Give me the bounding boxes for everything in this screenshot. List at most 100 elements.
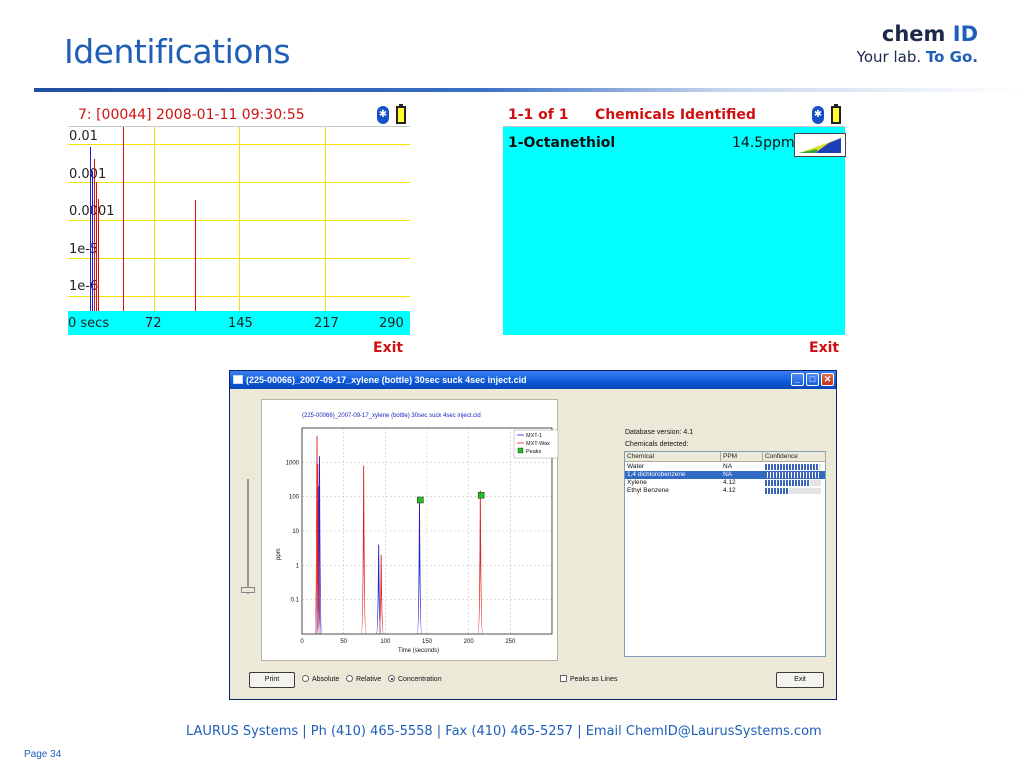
device-exit-button[interactable]: Exit <box>373 340 403 356</box>
ppm-cell: NA <box>723 463 733 470</box>
chromatogram-peak <box>416 499 423 635</box>
logo-main-text: chem <box>881 22 946 46</box>
x-tick-label: 200 <box>464 639 475 645</box>
chemical-cell: Xylene <box>627 479 647 486</box>
y-tick-label: 100 <box>289 495 300 501</box>
page-number: Page 34 <box>24 749 62 760</box>
chemical-ppm: 14.5ppm <box>732 135 795 151</box>
confidence-bar <box>765 464 820 470</box>
chemid-logo: chem ID Your lab. To Go. <box>857 22 978 66</box>
battery-icon <box>396 104 406 124</box>
battery-icon <box>831 104 841 124</box>
peaks-as-lines-checkbox[interactable]: Peaks as Lines <box>560 675 617 683</box>
radio-label: Concentration <box>398 676 442 683</box>
chart-title: (225-00066)_2007-09-17_xylene (bottle) 3… <box>302 413 481 419</box>
radio-indicator <box>346 675 353 682</box>
contact-footer: LAURUS Systems | Ph (410) 465-5558 | Fax… <box>186 724 822 739</box>
spectrum-peak <box>96 182 97 311</box>
legend-item: MXT-1 <box>526 433 542 439</box>
logo-tagline-accent: To Go. <box>925 48 978 66</box>
grid-line <box>68 220 410 221</box>
maximize-button[interactable]: □ <box>806 373 819 386</box>
chromatogram-panel: (225-00066)_2007-09-17_xylene (bottle) 3… <box>261 399 559 661</box>
logo-accent-text: ID <box>952 22 978 46</box>
ppm-cell: NA <box>723 471 733 478</box>
chemical-list: 1-Octanethiol 14.5ppm <box>503 127 846 335</box>
column-header[interactable]: PPM <box>721 452 763 462</box>
header-title: Chemicals Identified <box>594 107 756 123</box>
x-tick-label: 0 secs <box>68 316 110 331</box>
chart-legend: MXT-1 MXT-Wax Peaks <box>513 429 559 459</box>
grid-line <box>68 144 410 145</box>
spectrum-plot: 0.01 0.001 0.0001 1e-5 1e-6 <box>68 127 410 311</box>
column-header[interactable]: Confidence <box>763 452 826 462</box>
chemid-desktop-window: (225-00066)_2007-09-17_xylene (bottle) 3… <box>229 370 837 700</box>
zoom-slider-thumb[interactable] <box>241 587 255 593</box>
x-tick-label: 290 <box>379 316 404 331</box>
minimize-button[interactable]: _ <box>791 373 804 386</box>
device-chemicals-screen: 1-1 of 1 Chemicals Identified ✱ 1-Octane… <box>503 103 846 359</box>
ppm-cell: 4.12 <box>723 487 736 494</box>
spectrum-peak <box>195 200 196 311</box>
title-underline <box>34 88 1024 92</box>
chemical-name: 1-Octanethiol <box>508 135 616 151</box>
x-tick-label: 100 <box>380 639 391 645</box>
table-row[interactable]: Ethyl Benzene 4.12 <box>625 487 825 495</box>
logo-tagline: Your lab. <box>856 48 922 66</box>
chromatogram-chart: (225-00066)_2007-09-17_xylene (bottle) 3… <box>276 413 559 654</box>
window-titlebar[interactable]: (225-00066)_2007-09-17_xylene (bottle) 3… <box>230 371 836 389</box>
zoom-slider-track[interactable] <box>247 479 249 594</box>
column-header[interactable]: Chemical <box>625 452 721 462</box>
confidence-bar <box>765 472 821 478</box>
confidence-meter <box>794 133 846 157</box>
radio-absolute[interactable]: Absolute <box>302 675 339 683</box>
device-spectrum-screen: 7: [00044] 2008-01-11 09:30:55 ✱ 0.01 0.… <box>68 103 410 359</box>
bluetooth-icon: ✱ <box>377 106 389 124</box>
radio-indicator <box>302 675 309 682</box>
device-exit-button[interactable]: Exit <box>809 340 839 356</box>
x-tick-label: 150 <box>422 639 433 645</box>
spectrum-peak <box>90 147 91 311</box>
chemicals-detected-label: Chemicals detected: <box>625 441 689 448</box>
window-exit-button[interactable]: Exit <box>776 672 824 688</box>
bluetooth-icon: ✱ <box>812 106 824 124</box>
spectrum-peak <box>92 171 93 311</box>
chemical-item[interactable]: 1-Octanethiol 14.5ppm <box>508 133 846 157</box>
header-count: 1-1 of 1 <box>508 107 569 123</box>
y-tick-label: 0.1 <box>291 598 300 604</box>
chemical-cell: Water <box>627 463 645 470</box>
print-button[interactable]: Print <box>249 672 295 688</box>
grid-line <box>68 182 410 183</box>
legend-item: MXT-Wax <box>526 441 550 447</box>
x-tick-label: 50 <box>340 639 347 645</box>
grid-line <box>68 296 410 297</box>
chromatogram-peak <box>477 490 483 635</box>
x-tick-label: 0 <box>300 639 304 645</box>
radio-label: Relative <box>356 676 382 683</box>
x-tick-label: 217 <box>314 316 339 331</box>
confidence-bar <box>765 480 810 486</box>
radio-label: Absolute <box>312 676 340 683</box>
grid-line <box>154 127 155 311</box>
radio-concentration[interactable]: Concentration <box>388 675 442 683</box>
grid-line <box>68 258 410 259</box>
y-tick-label: 0.001 <box>69 167 107 182</box>
window-title: (225-00066)_2007-09-17_xylene (bottle) 3… <box>246 375 527 385</box>
table-row[interactable]: Xylene 4.12 <box>625 479 825 487</box>
chemicals-table[interactable]: Chemical PPM Confidence Water NA 1,4 dic… <box>624 451 826 657</box>
x-axis-label: Time (seconds) <box>398 648 439 654</box>
table-row[interactable]: Water NA <box>625 463 825 471</box>
device-header-text: 7: [00044] 2008-01-11 09:30:55 <box>78 107 305 123</box>
y-tick-label: 1 <box>296 563 300 569</box>
chemical-cell: Ethyl Benzene <box>627 487 669 494</box>
table-header: Chemical PPM Confidence <box>625 452 826 462</box>
spectrum-peak <box>94 159 95 311</box>
checkbox-indicator <box>560 675 567 682</box>
close-button[interactable]: ✕ <box>821 373 834 386</box>
x-axis-bar: 0 secs 72 145 217 290 <box>68 311 410 335</box>
y-axis-label: ppm <box>276 548 282 560</box>
spectrum-peak <box>123 127 124 311</box>
radio-relative[interactable]: Relative <box>346 675 381 683</box>
chromatogram-peak <box>361 465 367 635</box>
table-row[interactable]: 1,4 dichlorobenzene NA <box>625 471 825 479</box>
